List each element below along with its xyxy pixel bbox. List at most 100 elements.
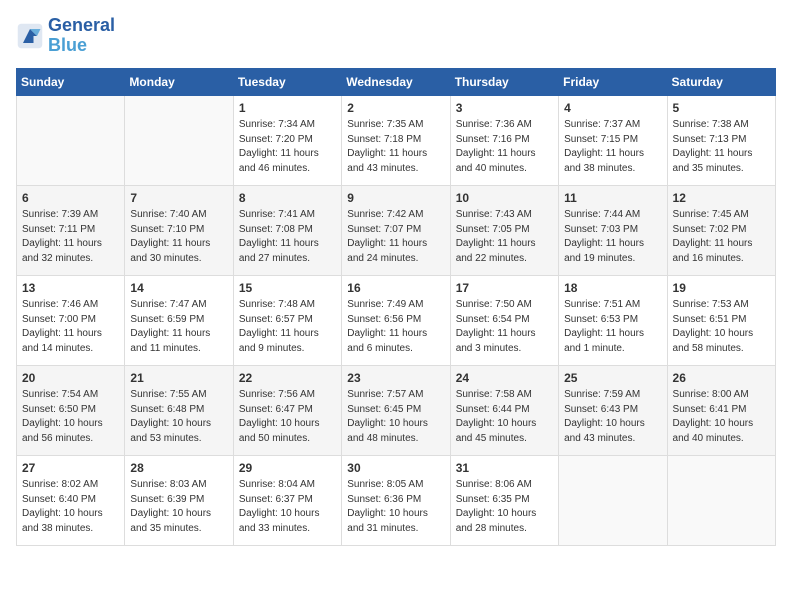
day-number: 7 [130, 190, 227, 207]
calendar-cell: 12 Sunrise: 7:45 AMSunset: 7:02 PMDaylig… [667, 185, 775, 275]
day-number: 18 [564, 280, 661, 297]
calendar-cell [125, 95, 233, 185]
day-info: Sunrise: 7:49 AMSunset: 6:56 PMDaylight:… [347, 298, 444, 356]
day-number: 31 [456, 460, 553, 477]
calendar-cell: 1 Sunrise: 7:34 AMSunset: 7:20 PMDayligh… [233, 95, 341, 185]
day-info: Sunrise: 7:44 AMSunset: 7:03 PMDaylight:… [564, 208, 661, 266]
day-number: 10 [456, 190, 553, 207]
day-number: 11 [564, 190, 661, 207]
calendar-cell: 25 Sunrise: 7:59 AMSunset: 6:43 PMDaylig… [559, 365, 667, 455]
day-number: 30 [347, 460, 444, 477]
day-info: Sunrise: 7:59 AMSunset: 6:43 PMDaylight:… [564, 388, 661, 446]
calendar-week-row: 27 Sunrise: 8:02 AMSunset: 6:40 PMDaylig… [17, 455, 776, 545]
day-number: 12 [673, 190, 770, 207]
calendar-cell: 22 Sunrise: 7:56 AMSunset: 6:47 PMDaylig… [233, 365, 341, 455]
day-info: Sunrise: 7:50 AMSunset: 6:54 PMDaylight:… [456, 298, 553, 356]
day-info: Sunrise: 7:46 AMSunset: 7:00 PMDaylight:… [22, 298, 119, 356]
day-number: 4 [564, 100, 661, 117]
day-number: 25 [564, 370, 661, 387]
calendar-table: SundayMondayTuesdayWednesdayThursdayFrid… [16, 68, 776, 546]
calendar-week-row: 13 Sunrise: 7:46 AMSunset: 7:00 PMDaylig… [17, 275, 776, 365]
day-number: 9 [347, 190, 444, 207]
calendar-cell [559, 455, 667, 545]
calendar-cell: 17 Sunrise: 7:50 AMSunset: 6:54 PMDaylig… [450, 275, 558, 365]
calendar-cell: 14 Sunrise: 7:47 AMSunset: 6:59 PMDaylig… [125, 275, 233, 365]
calendar-cell: 9 Sunrise: 7:42 AMSunset: 7:07 PMDayligh… [342, 185, 450, 275]
weekday-header-monday: Monday [125, 68, 233, 95]
calendar-cell: 16 Sunrise: 7:49 AMSunset: 6:56 PMDaylig… [342, 275, 450, 365]
calendar-cell: 24 Sunrise: 7:58 AMSunset: 6:44 PMDaylig… [450, 365, 558, 455]
day-number: 20 [22, 370, 119, 387]
weekday-header-friday: Friday [559, 68, 667, 95]
calendar-cell: 3 Sunrise: 7:36 AMSunset: 7:16 PMDayligh… [450, 95, 558, 185]
day-info: Sunrise: 7:40 AMSunset: 7:10 PMDaylight:… [130, 208, 227, 266]
day-number: 19 [673, 280, 770, 297]
calendar-cell: 13 Sunrise: 7:46 AMSunset: 7:00 PMDaylig… [17, 275, 125, 365]
day-number: 24 [456, 370, 553, 387]
day-number: 5 [673, 100, 770, 117]
day-info: Sunrise: 7:57 AMSunset: 6:45 PMDaylight:… [347, 388, 444, 446]
calendar-cell: 29 Sunrise: 8:04 AMSunset: 6:37 PMDaylig… [233, 455, 341, 545]
calendar-cell: 10 Sunrise: 7:43 AMSunset: 7:05 PMDaylig… [450, 185, 558, 275]
day-number: 27 [22, 460, 119, 477]
calendar-cell: 11 Sunrise: 7:44 AMSunset: 7:03 PMDaylig… [559, 185, 667, 275]
calendar-cell: 7 Sunrise: 7:40 AMSunset: 7:10 PMDayligh… [125, 185, 233, 275]
calendar-cell [17, 95, 125, 185]
day-number: 1 [239, 100, 336, 117]
day-info: Sunrise: 7:43 AMSunset: 7:05 PMDaylight:… [456, 208, 553, 266]
day-info: Sunrise: 7:36 AMSunset: 7:16 PMDaylight:… [456, 118, 553, 176]
day-info: Sunrise: 7:39 AMSunset: 7:11 PMDaylight:… [22, 208, 119, 266]
logo: General Blue [16, 16, 115, 56]
logo-text: General Blue [48, 16, 115, 56]
weekday-header-sunday: Sunday [17, 68, 125, 95]
day-number: 28 [130, 460, 227, 477]
day-number: 8 [239, 190, 336, 207]
day-info: Sunrise: 7:45 AMSunset: 7:02 PMDaylight:… [673, 208, 770, 266]
day-number: 15 [239, 280, 336, 297]
day-info: Sunrise: 7:48 AMSunset: 6:57 PMDaylight:… [239, 298, 336, 356]
calendar-cell [667, 455, 775, 545]
day-number: 6 [22, 190, 119, 207]
calendar-cell: 5 Sunrise: 7:38 AMSunset: 7:13 PMDayligh… [667, 95, 775, 185]
day-number: 17 [456, 280, 553, 297]
weekday-header-tuesday: Tuesday [233, 68, 341, 95]
day-info: Sunrise: 7:37 AMSunset: 7:15 PMDaylight:… [564, 118, 661, 176]
weekday-header-saturday: Saturday [667, 68, 775, 95]
day-info: Sunrise: 8:04 AMSunset: 6:37 PMDaylight:… [239, 478, 336, 536]
calendar-cell: 26 Sunrise: 8:00 AMSunset: 6:41 PMDaylig… [667, 365, 775, 455]
day-info: Sunrise: 7:58 AMSunset: 6:44 PMDaylight:… [456, 388, 553, 446]
day-info: Sunrise: 8:03 AMSunset: 6:39 PMDaylight:… [130, 478, 227, 536]
calendar-week-row: 20 Sunrise: 7:54 AMSunset: 6:50 PMDaylig… [17, 365, 776, 455]
calendar-cell: 27 Sunrise: 8:02 AMSunset: 6:40 PMDaylig… [17, 455, 125, 545]
day-number: 26 [673, 370, 770, 387]
calendar-cell: 19 Sunrise: 7:53 AMSunset: 6:51 PMDaylig… [667, 275, 775, 365]
day-info: Sunrise: 7:34 AMSunset: 7:20 PMDaylight:… [239, 118, 336, 176]
day-info: Sunrise: 7:53 AMSunset: 6:51 PMDaylight:… [673, 298, 770, 356]
day-info: Sunrise: 7:38 AMSunset: 7:13 PMDaylight:… [673, 118, 770, 176]
day-info: Sunrise: 8:00 AMSunset: 6:41 PMDaylight:… [673, 388, 770, 446]
day-number: 14 [130, 280, 227, 297]
calendar-cell: 30 Sunrise: 8:05 AMSunset: 6:36 PMDaylig… [342, 455, 450, 545]
day-info: Sunrise: 7:42 AMSunset: 7:07 PMDaylight:… [347, 208, 444, 266]
day-info: Sunrise: 7:51 AMSunset: 6:53 PMDaylight:… [564, 298, 661, 356]
calendar-cell: 2 Sunrise: 7:35 AMSunset: 7:18 PMDayligh… [342, 95, 450, 185]
calendar-cell: 8 Sunrise: 7:41 AMSunset: 7:08 PMDayligh… [233, 185, 341, 275]
day-number: 3 [456, 100, 553, 117]
calendar-week-row: 1 Sunrise: 7:34 AMSunset: 7:20 PMDayligh… [17, 95, 776, 185]
weekday-header-wednesday: Wednesday [342, 68, 450, 95]
calendar-cell: 31 Sunrise: 8:06 AMSunset: 6:35 PMDaylig… [450, 455, 558, 545]
calendar-cell: 6 Sunrise: 7:39 AMSunset: 7:11 PMDayligh… [17, 185, 125, 275]
calendar-cell: 18 Sunrise: 7:51 AMSunset: 6:53 PMDaylig… [559, 275, 667, 365]
day-info: Sunrise: 7:54 AMSunset: 6:50 PMDaylight:… [22, 388, 119, 446]
calendar-cell: 28 Sunrise: 8:03 AMSunset: 6:39 PMDaylig… [125, 455, 233, 545]
calendar-cell: 23 Sunrise: 7:57 AMSunset: 6:45 PMDaylig… [342, 365, 450, 455]
calendar-cell: 4 Sunrise: 7:37 AMSunset: 7:15 PMDayligh… [559, 95, 667, 185]
day-number: 22 [239, 370, 336, 387]
day-info: Sunrise: 7:41 AMSunset: 7:08 PMDaylight:… [239, 208, 336, 266]
day-info: Sunrise: 8:02 AMSunset: 6:40 PMDaylight:… [22, 478, 119, 536]
day-number: 13 [22, 280, 119, 297]
day-info: Sunrise: 7:56 AMSunset: 6:47 PMDaylight:… [239, 388, 336, 446]
day-info: Sunrise: 7:35 AMSunset: 7:18 PMDaylight:… [347, 118, 444, 176]
calendar-week-row: 6 Sunrise: 7:39 AMSunset: 7:11 PMDayligh… [17, 185, 776, 275]
day-number: 2 [347, 100, 444, 117]
